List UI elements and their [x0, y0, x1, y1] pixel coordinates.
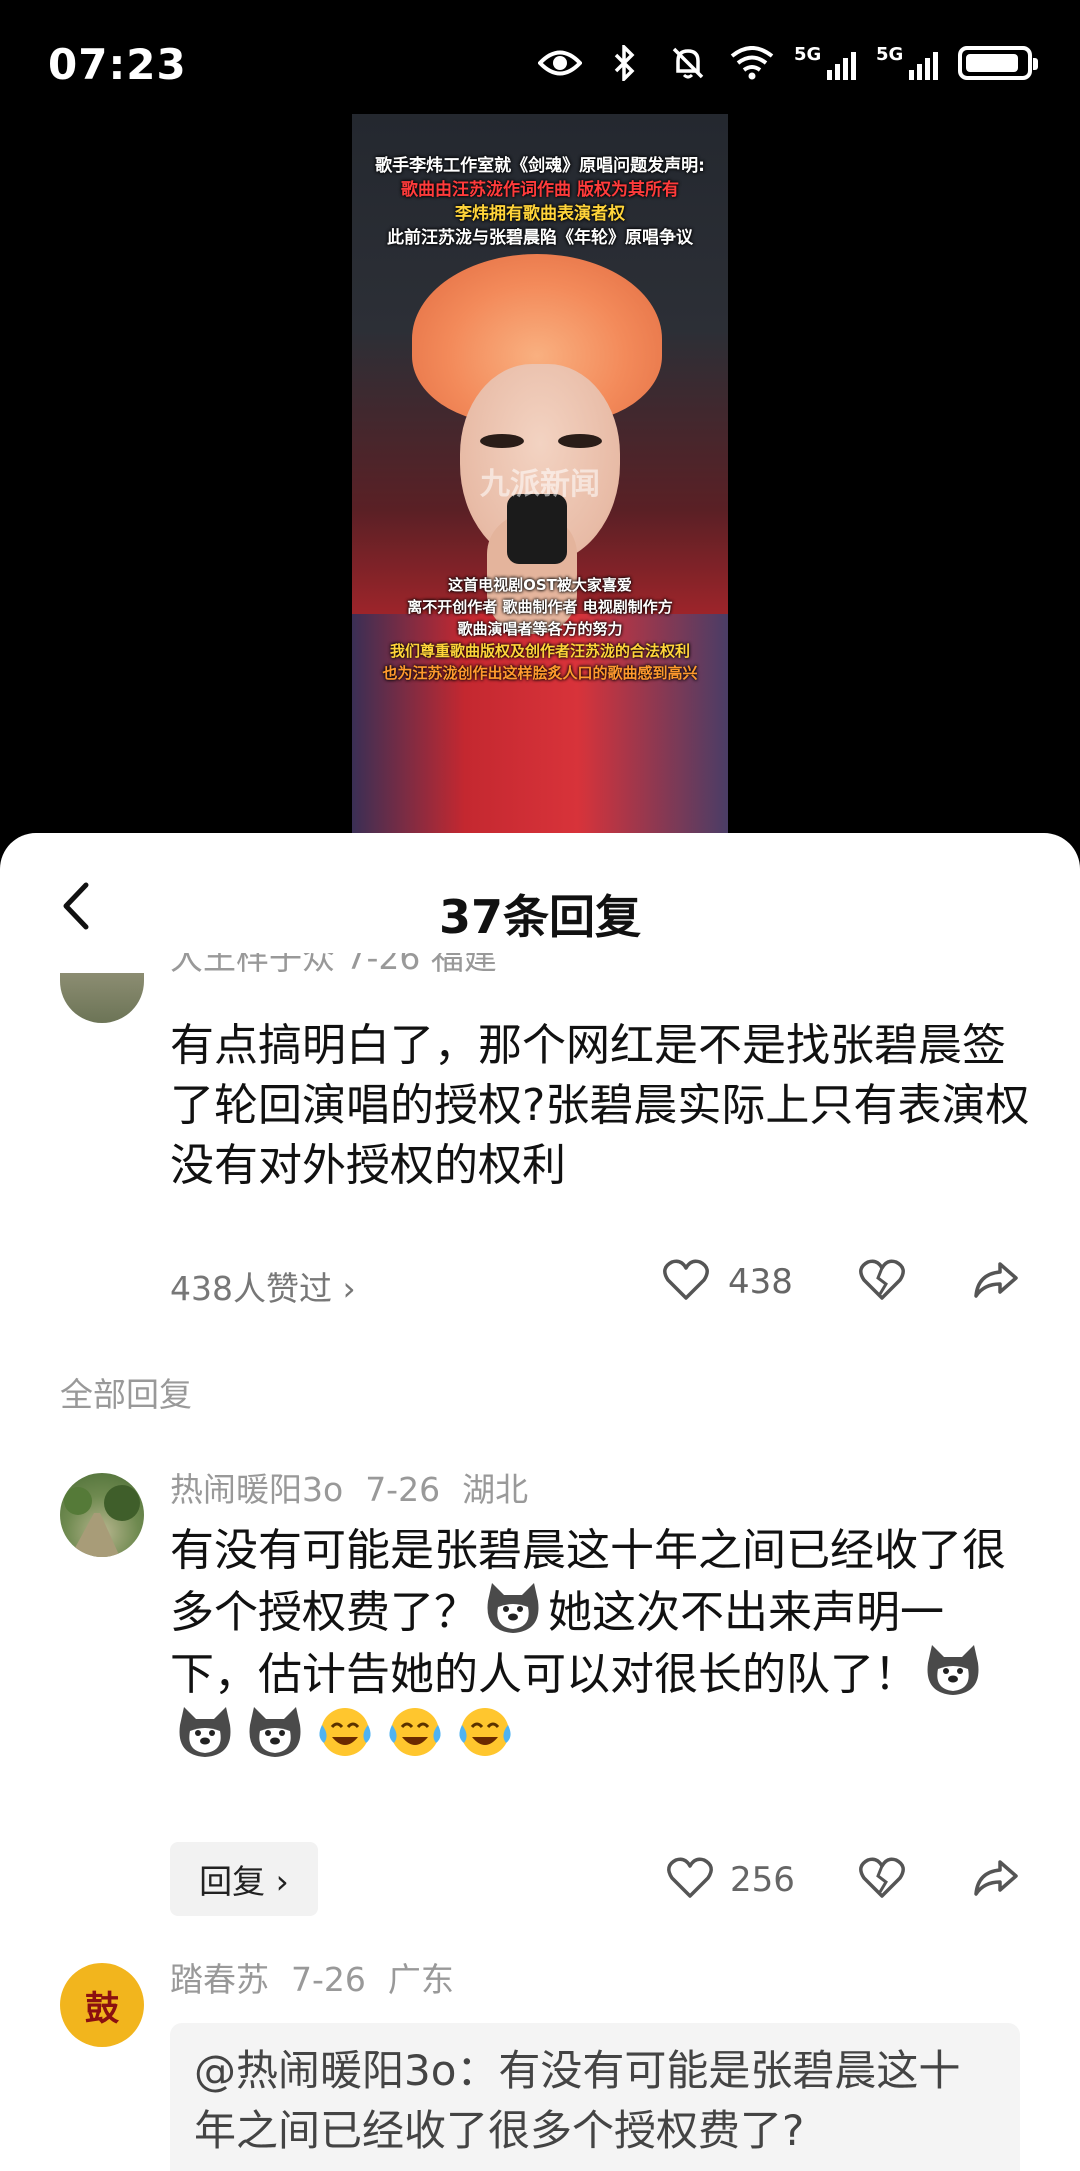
- username[interactable]: 热闹暖阳3o: [170, 1470, 343, 1509]
- share-icon: [974, 1860, 1018, 1896]
- comment-meta: 踏春苏 7-26 广东: [170, 1953, 476, 2001]
- husky-emoji-icon: [244, 1705, 306, 1759]
- comment-location: 湖北: [462, 1470, 529, 1509]
- microphone: [507, 494, 567, 564]
- mute-bell-icon: [666, 45, 710, 81]
- video-caption-bottom: 这首电视剧OST被大家喜爱 离不开创作者 歌曲制作者 电视剧制作方 歌曲演唱者等…: [382, 576, 698, 682]
- wifi-icon: [730, 45, 774, 81]
- all-replies-label: 全部回复: [60, 1375, 192, 1414]
- status-bar: 07:23 5G 5G: [0, 0, 1080, 120]
- avatar[interactable]: [60, 973, 144, 1023]
- comment-actions: 438人赞过 › 438: [0, 1252, 1080, 1312]
- quoted-reply[interactable]: @热闹暖阳3o：有没有可能是张碧晨这十年之间已经收了很多个授权费了?: [170, 2023, 1020, 2171]
- husky-emoji-icon: [922, 1643, 984, 1697]
- crying-laugh-emoji-icon: [314, 1705, 376, 1759]
- avatar[interactable]: [60, 1473, 144, 1557]
- like-button[interactable]: [662, 1256, 710, 1304]
- sheet-title: 37条回复: [438, 890, 641, 944]
- husky-emoji-icon: [174, 1705, 236, 1759]
- heart-icon: [663, 1259, 709, 1300]
- share-icon: [974, 1262, 1018, 1298]
- battery-icon: [958, 46, 1038, 80]
- status-icons: 5G 5G: [538, 44, 1038, 82]
- comment-meta: 热闹暖阳3o 7-26 湖北: [170, 1463, 550, 1511]
- username[interactable]: 踏春苏: [170, 1960, 269, 1999]
- like-count: 438: [728, 1262, 793, 1302]
- comment-text: 有没有可能是张碧晨这十年之间已经收了很多个授权费了？ 她这次不出来声明一下，估计告…: [170, 1521, 1030, 1767]
- comment-date: 7-26: [365, 1470, 441, 1509]
- video-caption-top: 歌手李炜工作室就《剑魂》原唱问题发声明: 歌曲由汪苏泷作词作曲 版权为其所有 李…: [375, 156, 705, 248]
- dislike-button[interactable]: [858, 1256, 906, 1304]
- likers-link[interactable]: 438人赞过 ›: [170, 1262, 356, 1310]
- comment-date: 7-26: [291, 1960, 366, 1999]
- crying-laugh-emoji-icon: [384, 1705, 446, 1759]
- comment-location: 广东: [387, 1960, 454, 1999]
- broken-heart-icon: [859, 1857, 905, 1898]
- share-button[interactable]: [972, 1854, 1020, 1902]
- replies-sheet: 37条回复 大王样子众 7-26 福建 有点搞明白了，那个网红是不是找张碧晨签了…: [0, 833, 1080, 2171]
- signal-icon: 5G: [876, 44, 938, 82]
- dislike-button[interactable]: [858, 1854, 906, 1902]
- status-time: 07:23: [48, 40, 187, 89]
- comment-actions: 回复 › 256: [0, 1842, 1080, 1916]
- husky-emoji-icon: [482, 1581, 544, 1635]
- crying-laugh-emoji-icon: [454, 1705, 516, 1759]
- heart-icon: [667, 1857, 713, 1898]
- comment-meta: 大王样子众 7-26 福建: [170, 953, 497, 977]
- share-button[interactable]: [972, 1256, 1020, 1304]
- eye-icon: [538, 45, 582, 81]
- video-watermark: 九派新闻: [480, 467, 600, 502]
- avatar[interactable]: 鼓: [60, 1963, 144, 2047]
- bluetooth-icon: [602, 45, 646, 81]
- video-player[interactable]: 九派新闻 歌手李炜工作室就《剑魂》原唱问题发声明: 歌曲由汪苏泷作词作曲 版权为…: [352, 114, 728, 834]
- signal-icon: 5G: [794, 44, 856, 82]
- like-button[interactable]: [666, 1854, 714, 1902]
- reply-button[interactable]: 回复 ›: [170, 1842, 318, 1916]
- like-count: 256: [730, 1860, 795, 1900]
- broken-heart-icon: [859, 1259, 905, 1300]
- sheet-header: 37条回复: [0, 833, 1080, 968]
- comment-text: 有点搞明白了，那个网红是不是找张碧晨签了轮回演唱的授权?张碧晨实际上只有表演权没…: [170, 1020, 1030, 1191]
